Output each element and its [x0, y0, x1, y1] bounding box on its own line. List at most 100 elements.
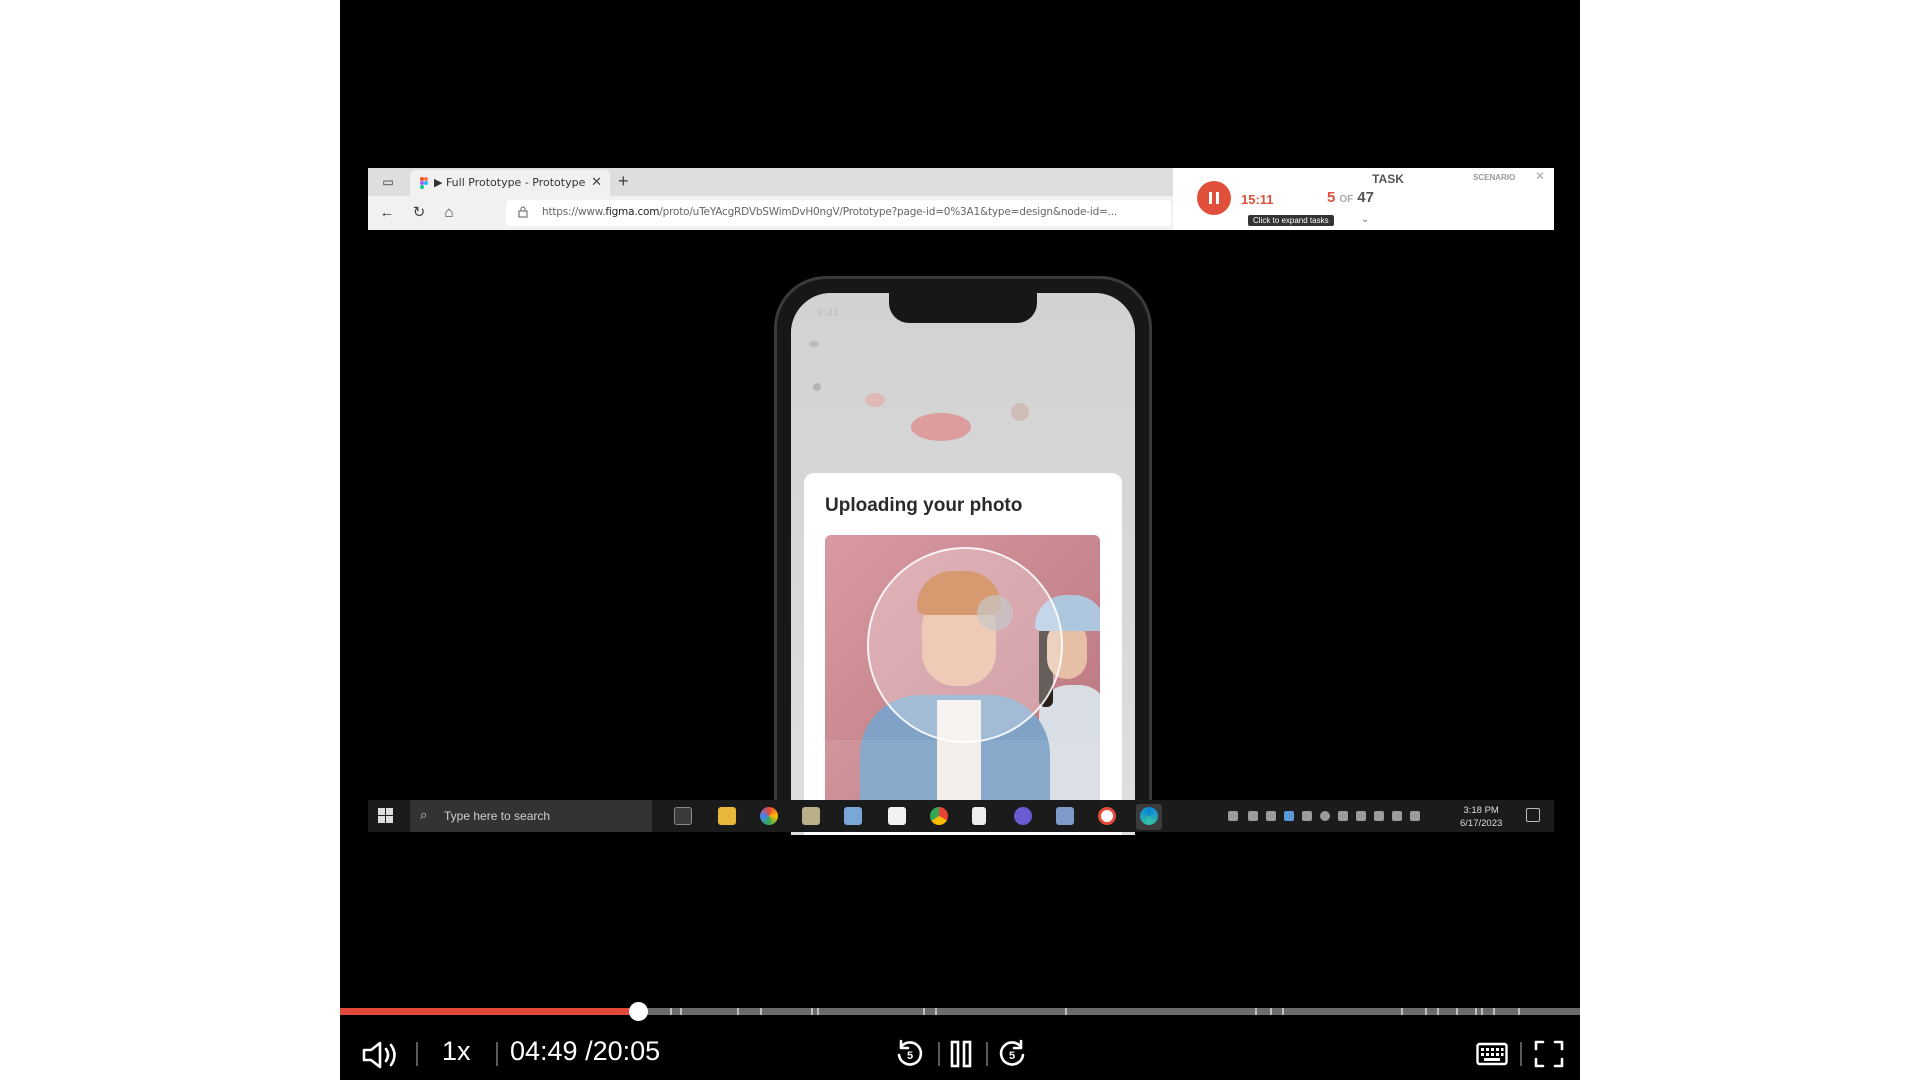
- progress-handle[interactable]: [628, 1002, 648, 1021]
- tray-icon[interactable]: [1356, 811, 1366, 821]
- recorder-icon[interactable]: [1098, 807, 1116, 825]
- chapter-mark[interactable]: [1480, 1008, 1483, 1015]
- chapter-mark[interactable]: [1456, 1008, 1458, 1015]
- volume-icon[interactable]: [1410, 811, 1420, 821]
- chapter-mark[interactable]: [669, 1008, 672, 1015]
- cursor-indicator: [977, 595, 1013, 631]
- task-view-icon[interactable]: [674, 807, 692, 825]
- notification-icon[interactable]: [1526, 808, 1540, 822]
- chapter-mark[interactable]: [1270, 1008, 1272, 1015]
- chapter-mark[interactable]: [1401, 1008, 1404, 1015]
- task-pause-button[interactable]: [1197, 181, 1231, 215]
- calculator-icon[interactable]: [1056, 807, 1074, 825]
- svg-text:5: 5: [1009, 1050, 1015, 1062]
- phone-screen: 9:41 Uploading your photo: [791, 293, 1135, 835]
- crop-circle[interactable]: [867, 547, 1063, 743]
- chapter-mark[interactable]: [1493, 1008, 1496, 1015]
- chapter-mark[interactable]: [1474, 1008, 1477, 1015]
- lock-icon: [518, 206, 528, 218]
- tray-icon[interactable]: [1320, 811, 1330, 821]
- new-tab-icon[interactable]: +: [618, 171, 629, 192]
- browser-tab[interactable]: ▶ Full Prototype - Prototype ✕: [410, 170, 610, 196]
- back-icon[interactable]: ←: [378, 204, 396, 222]
- microphone-icon[interactable]: [1228, 811, 1238, 821]
- upload-dialog: Uploading your photo: [804, 473, 1122, 835]
- task-panel: 15:11 TASK 5 OF 47 Click to expand tasks ⌄…: [1173, 168, 1554, 230]
- file-explorer-icon[interactable]: [718, 807, 736, 825]
- profile-photo[interactable]: [825, 535, 1100, 810]
- total-time: /20:05: [585, 1036, 661, 1066]
- chapter-mark[interactable]: [760, 1008, 763, 1015]
- task-timer: 15:11: [1241, 192, 1274, 207]
- pause-icon: [1209, 192, 1212, 204]
- scenario-label[interactable]: SCENARIO: [1473, 173, 1515, 182]
- home-icon[interactable]: ⌂: [440, 204, 458, 222]
- media-icon[interactable]: [1014, 807, 1032, 825]
- chapter-mark[interactable]: [817, 1008, 820, 1015]
- app-icon[interactable]: [760, 807, 778, 825]
- tab-strip: ▭ ▶ Full Prototype - Prototype ✕ +: [368, 168, 1173, 196]
- chapter-mark[interactable]: [922, 1008, 925, 1015]
- chapter-mark[interactable]: [1282, 1008, 1285, 1015]
- app-icon[interactable]: [844, 807, 862, 825]
- chapter-mark[interactable]: [1065, 1008, 1068, 1015]
- expand-tasks-button[interactable]: Click to expand tasks: [1248, 215, 1334, 226]
- calendar-icon[interactable]: [888, 807, 906, 825]
- windows-start-icon[interactable]: [378, 808, 393, 823]
- address-bar[interactable]: https://www.figma.com/proto/uTeYAcgRDVbS…: [506, 200, 1171, 226]
- cloud-icon[interactable]: [1248, 811, 1258, 821]
- chapter-mark[interactable]: [679, 1008, 682, 1015]
- close-icon[interactable]: ✕: [1535, 169, 1545, 183]
- wifi-icon[interactable]: [1392, 811, 1402, 821]
- taskbar-date: 6/17/2023: [1460, 818, 1503, 829]
- windows-taskbar: ⌕ Type here to search 3:18 PM 6/17/2023: [368, 800, 1554, 832]
- chapter-mark[interactable]: [1437, 1008, 1440, 1015]
- chrome-icon[interactable]: [930, 807, 948, 825]
- browser-chrome: ▭ ▶ Full Prototype - Prototype ✕ + ← ↻ ⌂: [368, 168, 1173, 230]
- chapter-mark[interactable]: [1518, 1008, 1520, 1015]
- notes-icon[interactable]: [802, 807, 820, 825]
- document-icon[interactable]: [972, 807, 986, 825]
- taskbar-clock[interactable]: 3:18 PM 6/17/2023: [1460, 804, 1502, 830]
- chapter-mark[interactable]: [1255, 1008, 1258, 1015]
- pause-icon[interactable]: [950, 1038, 974, 1070]
- taskbar-search-placeholder: Type here to search: [444, 809, 551, 823]
- figma-icon: [420, 177, 428, 189]
- navigation-row: ← ↻ ⌂ https://www.figma.com/proto/uTeYAc…: [368, 196, 1173, 230]
- phone-notch: [889, 293, 1037, 323]
- tray-icon[interactable]: [1302, 811, 1312, 821]
- volume-icon[interactable]: [362, 1040, 400, 1070]
- status-time: 9:41: [817, 307, 840, 319]
- task-counter: 5 OF 47: [1327, 189, 1374, 206]
- tab-actions-icon[interactable]: ▭: [380, 174, 396, 190]
- upload-title: Uploading your photo: [825, 495, 1023, 516]
- reload-icon[interactable]: ↻: [410, 204, 428, 222]
- progress-fill: [340, 1008, 638, 1015]
- chapter-mark[interactable]: [935, 1008, 938, 1015]
- taskbar-search[interactable]: ⌕ Type here to search: [410, 800, 652, 832]
- battery-icon[interactable]: [1374, 811, 1384, 821]
- chapter-mark[interactable]: [736, 1008, 739, 1015]
- chapter-mark[interactable]: [1425, 1008, 1427, 1015]
- playback-speed-button[interactable]: 1x: [442, 1036, 471, 1067]
- task-label: TASK: [1372, 172, 1404, 186]
- video-player: ▭ ▶ Full Prototype - Prototype ✕ + ← ↻ ⌂: [340, 0, 1580, 1080]
- fullscreen-icon[interactable]: [1534, 1040, 1564, 1068]
- taskbar-time: 3:18 PM: [1463, 805, 1499, 816]
- recorded-screen[interactable]: ▭ ▶ Full Prototype - Prototype ✕ + ← ↻ ⌂: [368, 168, 1554, 835]
- current-time: 04:49: [510, 1036, 578, 1066]
- chevron-down-icon[interactable]: ⌄: [1361, 214, 1369, 225]
- tab-title: ▶ Full Prototype - Prototype: [434, 176, 586, 189]
- keyboard-icon[interactable]: [1476, 1042, 1508, 1066]
- close-icon[interactable]: ✕: [591, 174, 602, 190]
- phone-mockup: 9:41 Uploading your photo: [774, 276, 1152, 835]
- tray-icon[interactable]: [1266, 811, 1276, 821]
- url-text: https://www.figma.com/proto/uTeYAcgRDVbS…: [542, 206, 1118, 218]
- tray-icon[interactable]: [1284, 811, 1294, 821]
- rewind-5-icon[interactable]: 5: [894, 1038, 926, 1070]
- chapter-mark[interactable]: [811, 1008, 814, 1015]
- forward-5-icon[interactable]: 5: [996, 1038, 1028, 1070]
- edge-icon[interactable]: [1140, 807, 1158, 825]
- progress-bar[interactable]: [340, 1002, 1580, 1021]
- tray-icon[interactable]: [1338, 811, 1348, 821]
